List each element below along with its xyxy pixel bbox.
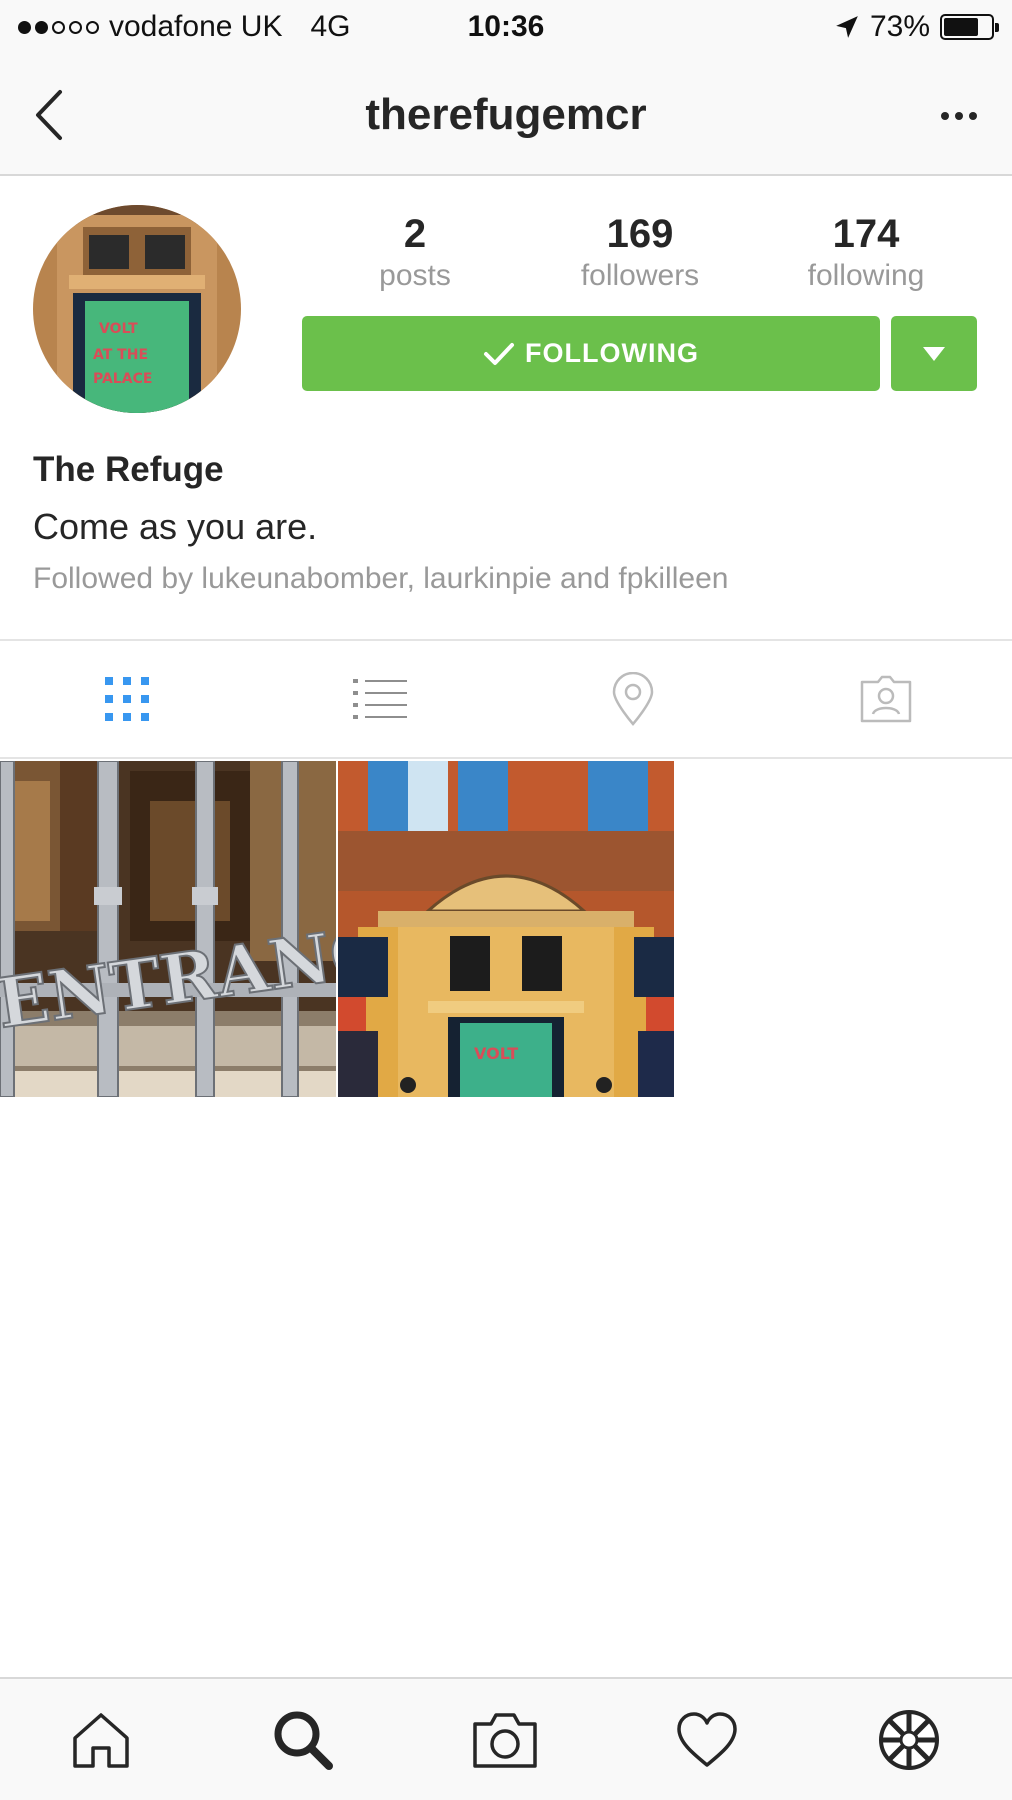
svg-text:AT THE: AT THE (93, 347, 148, 363)
tab-home[interactable] (0, 1679, 202, 1800)
avatar-image: VOLT AT THE PALACE (33, 205, 241, 413)
battery-icon (940, 14, 999, 40)
following-button[interactable]: FOLLOWING (302, 316, 880, 391)
post-image-building: VOLT (338, 761, 674, 1097)
username-title: therefugemcr (365, 90, 647, 139)
home-icon (73, 1712, 129, 1768)
posts-value: 2 (403, 212, 427, 256)
tab-list-view[interactable] (253, 641, 506, 757)
more-options-icon (941, 112, 949, 120)
status-bar: vodafone UK 4G 10:36 73% (0, 0, 1012, 56)
followers-label: followers (580, 259, 700, 292)
caret-down-icon (923, 346, 945, 361)
suggestions-dropdown-button[interactable] (891, 316, 977, 391)
network-label: 4G (310, 10, 351, 43)
profile-avatar-icon (879, 1709, 939, 1770)
display-name: The Refuge (33, 450, 224, 489)
avatar[interactable]: VOLT AT THE PALACE (33, 205, 241, 413)
post-thumbnail[interactable]: ENTRANCE (0, 761, 336, 1097)
list-icon (352, 679, 407, 719)
followed-by-text[interactable]: Followed by lukeunabomber, laurkinpie an… (33, 562, 728, 596)
tab-location-view[interactable] (506, 641, 759, 757)
following-count[interactable]: 174 following (776, 210, 956, 294)
back-button[interactable] (30, 88, 80, 142)
followers-value: 169 (606, 212, 674, 256)
carrier-label: vodafone UK (109, 10, 283, 43)
location-arrow-icon (836, 16, 858, 38)
tagged-person-icon (860, 675, 911, 723)
posts-label: posts (379, 259, 451, 292)
more-options-button[interactable] (934, 96, 984, 136)
tab-camera[interactable] (404, 1679, 606, 1800)
posts-count[interactable]: 2 posts (325, 210, 505, 294)
profile-view-tabs (0, 639, 1012, 759)
search-icon (274, 1711, 333, 1770)
tab-grid-view[interactable] (0, 641, 253, 757)
grid-icon (104, 677, 149, 721)
svg-text:VOLT: VOLT (99, 321, 138, 337)
post-image-entrance: ENTRANCE (0, 761, 336, 1097)
following-button-label: FOLLOWING (525, 338, 699, 368)
heart-icon (677, 1711, 737, 1767)
tab-search[interactable] (202, 1679, 404, 1800)
building-sign-text: VOLT (474, 1044, 518, 1063)
status-right: 73% (834, 10, 999, 44)
post-thumbnail[interactable]: VOLT (338, 761, 674, 1097)
tab-tagged-view[interactable] (759, 641, 1012, 757)
back-chevron-icon (36, 90, 62, 140)
svg-text:PALACE: PALACE (93, 371, 152, 387)
followers-count[interactable]: 169 followers (550, 210, 730, 294)
bio-text: Come as you are. (33, 506, 318, 547)
tab-profile[interactable] (808, 1679, 1010, 1800)
signal-strength-icon (18, 20, 99, 34)
location-pin-icon (612, 672, 653, 726)
bottom-tab-bar (0, 1677, 1012, 1800)
battery-percent: 73% (869, 10, 930, 43)
profile-header: therefugemcr (0, 56, 1012, 176)
following-label: following (807, 259, 925, 292)
tab-activity[interactable] (606, 1679, 808, 1800)
camera-icon (473, 1712, 537, 1768)
checkmark-icon (484, 342, 515, 365)
following-value: 174 (832, 212, 900, 256)
status-left: vodafone UK 4G (18, 10, 350, 44)
